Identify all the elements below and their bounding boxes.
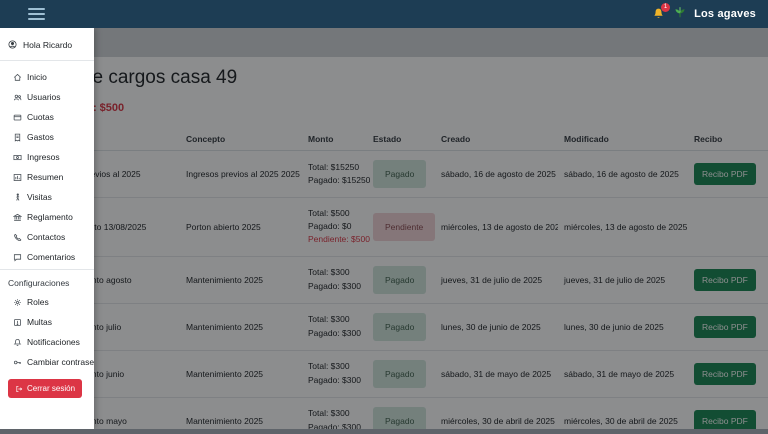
logout-icon (15, 385, 23, 393)
chart-icon (13, 173, 22, 182)
sidebar-item-label: Multas (27, 317, 53, 327)
sidebar-item-comentarios[interactable]: Comentarios (0, 247, 94, 267)
sidebar-item-visitas[interactable]: Visitas (0, 187, 94, 207)
sidebar-item-multas[interactable]: Multas (0, 312, 94, 332)
sidebar-item-label: Contactos (27, 232, 66, 242)
key-icon (13, 358, 22, 367)
sidebar-item-label: Cuotas (27, 112, 54, 122)
user-greeting-label: Hola Ricardo (23, 40, 73, 50)
backdrop-overlay[interactable] (0, 28, 768, 434)
person-circle-icon (8, 40, 18, 50)
sidebar-item-roles[interactable]: Roles (0, 292, 94, 312)
sidebar-item-label: Inicio (27, 72, 47, 82)
sidebar-nav-config: Roles Multas Notificaciones Cambiar contras… (0, 292, 94, 372)
sidebar-item-label: Cambiar contraseña (27, 357, 94, 367)
sidebar-item-label: Roles (27, 297, 49, 307)
phone-icon (13, 233, 22, 242)
receipt-icon (13, 133, 22, 142)
sidebar-item-label: Comentarios (27, 252, 76, 262)
plant-icon (673, 5, 687, 24)
sidebar-item-resumen[interactable]: Resumen (0, 167, 94, 187)
navbar-brand[interactable]: Los agaves (694, 8, 756, 20)
logout-label: Cerrar sesión (27, 384, 76, 393)
sidebar-item-label: Notificaciones (27, 337, 80, 347)
sidebar-item-usuarios[interactable]: Usuarios (0, 87, 94, 107)
users-icon (13, 93, 22, 102)
sidebar-nav-main: Inicio Usuarios Cuotas Gastos Ingresos Resume… (0, 67, 94, 267)
sidebar-item-label: Resumen (27, 172, 64, 182)
sidebar-item-label: Usuarios (27, 92, 61, 102)
sidebar-item-gastos[interactable]: Gastos (0, 127, 94, 147)
notifications-bell-icon[interactable]: 1 (652, 3, 671, 21)
sidebar-item-label: Visitas (27, 192, 52, 202)
sidebar-item-contactos[interactable]: Contactos (0, 227, 94, 247)
bank-icon (13, 213, 22, 222)
sidebar-item-cuotas[interactable]: Cuotas (0, 107, 94, 127)
notification-badge: 1 (661, 3, 671, 12)
sidebar-item-label: Ingresos (27, 152, 60, 162)
cash-icon (13, 153, 22, 162)
sidebar-item-ingresos[interactable]: Ingresos (0, 147, 94, 167)
config-section-label: Configuraciones (8, 278, 70, 288)
bell-icon (13, 338, 22, 347)
top-navbar: 1 Los agaves (0, 0, 768, 28)
logout-button[interactable]: Cerrar sesión (8, 379, 83, 398)
sidebar-menu: Hola Ricardo Inicio Usuarios Cuotas Gastos I… (0, 28, 94, 429)
home-icon (13, 73, 22, 82)
sidebar-item-notificaciones[interactable]: Notificaciones (0, 332, 94, 352)
user-greeting: Hola Ricardo (0, 36, 94, 58)
sidebar-item-inicio[interactable]: Inicio (0, 67, 94, 87)
main-content: Historial de cargos casa 49 Saldo pendie… (0, 28, 768, 434)
sidebar-item-label: Gastos (27, 132, 54, 142)
menu-toggle-button[interactable] (28, 8, 45, 20)
divider (0, 60, 94, 61)
sidebar-item-reglamento[interactable]: Reglamento (0, 207, 94, 227)
card-icon (13, 113, 22, 122)
walk-icon (13, 192, 22, 202)
sidebar-item-cambiar-contrase-a[interactable]: Cambiar contraseña (0, 352, 94, 372)
sidebar-item-label: Reglamento (27, 212, 73, 222)
divider (0, 269, 94, 270)
chat-icon (13, 253, 22, 262)
horizontal-scrollbar[interactable] (0, 429, 768, 434)
exclamation-square-icon (13, 318, 22, 327)
gear-icon (13, 298, 22, 307)
